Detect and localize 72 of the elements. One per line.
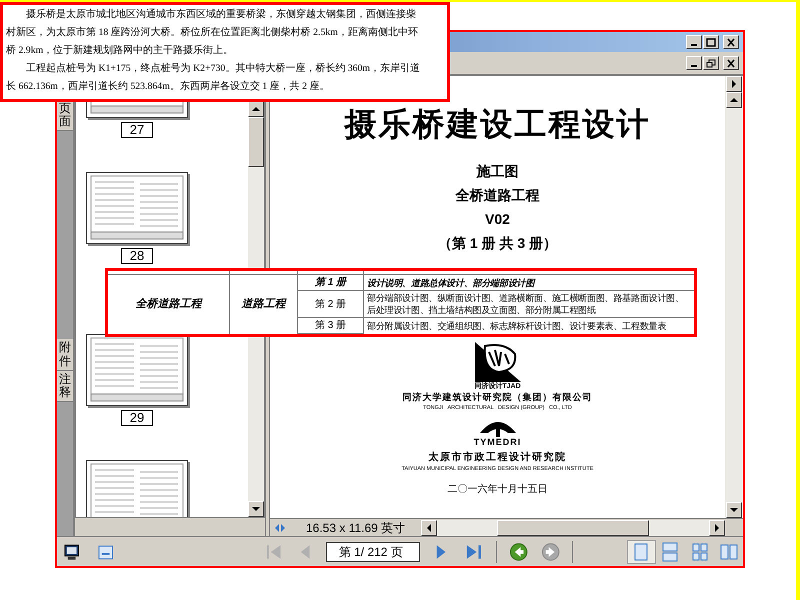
excerpt-text-line: 村新区，为太原市第 18 座跨汾河大桥。桥位所在位置距离北侧柴村桥 2.5km，距离南侧北中环	[6, 26, 418, 40]
back-button[interactable]	[509, 542, 529, 562]
excerpt-text-line: 工程起点桩号为 K1+175，终点桩号为 K2+730。其中特大桥一座，桥长约 360m，东岸引道	[25, 62, 420, 76]
minimize-icon	[691, 44, 697, 46]
calligraphy-logo-icon	[474, 342, 520, 382]
scrollbar[interactable]	[725, 76, 743, 518]
scroll-thumb[interactable]	[497, 520, 649, 536]
close-icon	[726, 38, 736, 46]
page-number-label: 28	[120, 248, 154, 264]
document-title: 摄乐桥建设工程设计	[344, 108, 650, 140]
page-number-field[interactable]: 第 1/ 212 页	[326, 542, 420, 562]
scroll-down-button[interactable]	[248, 501, 264, 517]
table-cell: 全桥道路工程	[108, 275, 230, 334]
excerpt-text-line: 长 662.136m，西岸引道长约 523.864m。东西两岸各设立交 1 座，共 2 座。	[6, 80, 330, 94]
expand-button[interactable]	[726, 76, 742, 92]
two-pages-icon	[718, 542, 739, 562]
arch-logo-icon	[480, 419, 516, 437]
subtitle-line: 全桥道路工程	[456, 186, 540, 204]
grid-icon	[690, 542, 710, 562]
down-arrow-icon	[730, 506, 738, 514]
scroll-down-button[interactable]	[726, 502, 742, 518]
subtitle-line: （第 1 册 共 3 册）	[438, 234, 558, 252]
logo-text: TYMEDRI	[474, 437, 522, 448]
up-arrow-icon	[252, 105, 260, 113]
table-cell: 部分端部设计图、纵断面设计图、道路横断面、施工横断面图、路基路面设计图、后处理设计图、挡土墙结构图及立面图、部分附属工程图纸	[364, 291, 694, 318]
restore-icon	[706, 58, 716, 68]
maximize-button[interactable]	[703, 35, 719, 49]
minimize-button[interactable]	[686, 35, 702, 49]
view-mode-button[interactable]	[626, 540, 656, 564]
page-thumbnail[interactable]	[86, 172, 188, 244]
scroll-up-button[interactable]	[726, 92, 742, 108]
subtitle-line: V02	[485, 210, 510, 228]
table-cell: 第 1 册	[298, 275, 364, 291]
scroll-right-button[interactable]	[709, 520, 725, 536]
document-date: 二〇一六年十月十五日	[448, 484, 548, 496]
sidebar-tab[interactable]: 页面	[57, 100, 73, 132]
close-button[interactable]	[723, 35, 739, 49]
right-arrow-icon	[713, 524, 721, 532]
scroll-thumb[interactable]	[248, 117, 264, 167]
excerpt-text-line: 摄乐桥是太原市城北地区沟通城市东西区域的重要桥梁，东侧穿越太钢集团，西侧连接柴	[25, 8, 416, 22]
up-arrow-icon	[730, 96, 738, 104]
excerpt-text-line: 桥 2.9km，位于新建规划路网中的主干路摄乐街上。	[6, 44, 234, 58]
page-number-label: 27	[120, 122, 154, 138]
table-cell: 第 3 册	[298, 318, 364, 334]
horizontal-scrollbar[interactable]	[421, 520, 725, 536]
restore-button[interactable]	[703, 56, 719, 70]
right-arrow-icon	[730, 80, 738, 88]
left-arrow-icon	[425, 524, 434, 532]
monitor-icon[interactable]	[63, 542, 80, 560]
maximize-icon	[706, 38, 716, 46]
scroll-up-button[interactable]	[248, 101, 264, 117]
panel-icon[interactable]	[98, 544, 114, 560]
table-cell: 设计说明、道路总体设计、部分端部设计图	[364, 275, 694, 291]
down-arrow-icon	[252, 505, 260, 513]
minimize-button[interactable]	[686, 56, 702, 70]
table-cell: 第 2 册	[298, 291, 364, 318]
organization-name: 同济大学建筑设计研究院（集团）有限公司	[402, 391, 592, 403]
table-cell-text: 部分附属设计图、交通组织图、标志牌标杆设计图、设计要素表、工程数量表	[366, 320, 668, 333]
scroll-left-button[interactable]	[421, 520, 438, 536]
table-cell: 道路工程	[230, 275, 298, 334]
minimize-icon	[691, 64, 697, 66]
sidebar-tab[interactable]: 注释	[57, 370, 73, 402]
close-button[interactable]	[723, 56, 739, 70]
stacked-pages-icon	[660, 542, 680, 562]
organization-name: 太原市市政工程设计研究院	[428, 451, 566, 465]
page-thumbnail[interactable]	[86, 460, 188, 517]
page-size-label: 16.53 x 11.69 英寸	[305, 520, 406, 536]
close-icon	[726, 58, 736, 68]
page-thumbnail[interactable]	[86, 334, 188, 406]
page-number-label: 29	[120, 410, 154, 426]
subtitle-line: 施工图	[476, 162, 518, 180]
sidebar-tab[interactable]: 附件	[57, 339, 73, 371]
